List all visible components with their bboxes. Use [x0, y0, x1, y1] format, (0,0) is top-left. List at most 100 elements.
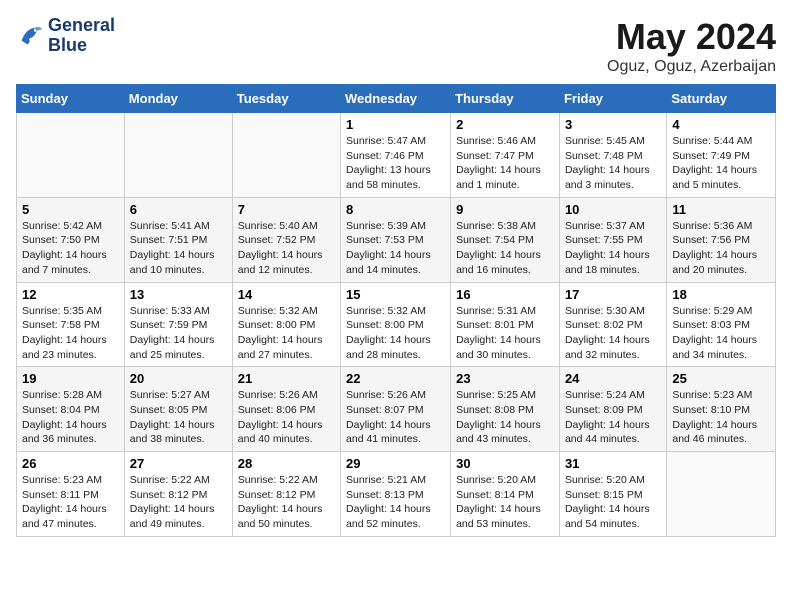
calendar-cell: 4Sunrise: 5:44 AMSunset: 7:49 PMDaylight… — [667, 113, 776, 198]
day-number: 9 — [456, 202, 554, 217]
calendar-cell: 10 Sunrise: 5:37 AMSunset: 7:55 PMDayligh… — [559, 197, 666, 282]
day-info: Sunrise: 5:41 AMSunset: 7:51 PMDaylight:… — [130, 219, 227, 278]
column-header-tuesday: Tuesday — [232, 85, 340, 113]
day-info: Sunrise: 5:30 AMSunset: 8:02 PMDaylight:… — [565, 304, 661, 363]
day-info: Sunrise: 5:26 AMSunset: 8:07 PMDaylight:… — [346, 388, 445, 447]
day-info: Sunrise: 5:32 AMSunset: 8:00 PMDaylight:… — [346, 304, 445, 363]
column-header-thursday: Thursday — [451, 85, 560, 113]
calendar-cell: 1 Sunrise: 5:47 AMSunset: 7:46 PMDaylight… — [341, 113, 451, 198]
calendar-cell: 25 Sunrise: 5:23 AMSunset: 8:10 PMDayligh… — [667, 367, 776, 452]
day-number: 7 — [238, 202, 335, 217]
day-number: 5 — [22, 202, 119, 217]
calendar-table: SundayMondayTuesdayWednesdayThursdayFrid… — [16, 84, 776, 537]
calendar-cell: 24Sunrise: 5:24 AMSunset: 8:09 PMDayligh… — [559, 367, 666, 452]
day-info: Sunrise: 5:23 AMSunset: 8:10 PMDaylight:… — [672, 388, 770, 447]
calendar-cell: 9 Sunrise: 5:38 AMSunset: 7:54 PMDaylight… — [451, 197, 560, 282]
calendar-cell: 16Sunrise: 5:31 AMSunset: 8:01 PMDayligh… — [451, 282, 560, 367]
calendar-cell: 3Sunrise: 5:45 AMSunset: 7:48 PMDaylight… — [559, 113, 666, 198]
day-number: 30 — [456, 456, 554, 471]
day-info: Sunrise: 5:35 AMSunset: 7:58 PMDaylight:… — [22, 304, 119, 363]
day-info: Sunrise: 5:42 AMSunset: 7:50 PMDaylight:… — [22, 219, 119, 278]
column-header-friday: Friday — [559, 85, 666, 113]
calendar-cell: 2 Sunrise: 5:46 AMSunset: 7:47 PMDaylight… — [451, 113, 560, 198]
calendar-cell: 17 Sunrise: 5:30 AMSunset: 8:02 PMDayligh… — [559, 282, 666, 367]
day-number: 10 — [565, 202, 661, 217]
day-info: Sunrise: 5:38 AMSunset: 7:54 PMDaylight:… — [456, 219, 554, 278]
page-title: May 2024 — [607, 16, 776, 58]
calendar-cell: 30Sunrise: 5:20 AMSunset: 8:14 PMDayligh… — [451, 452, 560, 537]
title-block: May 2024 Oguz, Oguz, Azerbaijan — [607, 16, 776, 76]
calendar-cell: 14Sunrise: 5:32 AMSunset: 8:00 PMDayligh… — [232, 282, 340, 367]
calendar-cell: 20 Sunrise: 5:27 AMSunset: 8:05 PMDayligh… — [124, 367, 232, 452]
column-header-monday: Monday — [124, 85, 232, 113]
calendar-cell: 15 Sunrise: 5:32 AMSunset: 8:00 PMDayligh… — [341, 282, 451, 367]
calendar-cell: 18 Sunrise: 5:29 AMSunset: 8:03 PMDayligh… — [667, 282, 776, 367]
logo: General Blue — [16, 16, 115, 56]
day-number: 22 — [346, 371, 445, 386]
day-number: 25 — [672, 371, 770, 386]
column-header-saturday: Saturday — [667, 85, 776, 113]
calendar-cell: 27 Sunrise: 5:22 AMSunset: 8:12 PMDayligh… — [124, 452, 232, 537]
day-info: Sunrise: 5:32 AMSunset: 8:00 PMDaylight:… — [238, 304, 335, 363]
day-number: 19 — [22, 371, 119, 386]
day-info: Sunrise: 5:22 AMSunset: 8:12 PMDaylight:… — [238, 473, 335, 532]
day-number: 18 — [672, 287, 770, 302]
day-info: Sunrise: 5:46 AMSunset: 7:47 PMDaylight:… — [456, 134, 554, 193]
day-number: 2 — [456, 117, 554, 132]
calendar-week-1: 1 Sunrise: 5:47 AMSunset: 7:46 PMDaylight… — [17, 113, 776, 198]
calendar-header-row: SundayMondayTuesdayWednesdayThursdayFrid… — [17, 85, 776, 113]
day-info: Sunrise: 5:21 AMSunset: 8:13 PMDaylight:… — [346, 473, 445, 532]
day-info: Sunrise: 5:23 AMSunset: 8:11 PMDaylight:… — [22, 473, 119, 532]
day-number: 27 — [130, 456, 227, 471]
day-info: Sunrise: 5:31 AMSunset: 8:01 PMDaylight:… — [456, 304, 554, 363]
calendar-cell: 5 Sunrise: 5:42 AMSunset: 7:50 PMDaylight… — [17, 197, 125, 282]
calendar-cell: 6Sunrise: 5:41 AMSunset: 7:51 PMDaylight… — [124, 197, 232, 282]
page-subtitle: Oguz, Oguz, Azerbaijan — [607, 58, 776, 76]
calendar-week-5: 26 Sunrise: 5:23 AMSunset: 8:11 PMDayligh… — [17, 452, 776, 537]
day-number: 21 — [238, 371, 335, 386]
day-number: 17 — [565, 287, 661, 302]
day-number: 3 — [565, 117, 661, 132]
day-number: 28 — [238, 456, 335, 471]
day-info: Sunrise: 5:24 AMSunset: 8:09 PMDaylight:… — [565, 388, 661, 447]
logo-text: General Blue — [48, 16, 115, 56]
calendar-week-3: 12Sunrise: 5:35 AMSunset: 7:58 PMDayligh… — [17, 282, 776, 367]
calendar-cell — [232, 113, 340, 198]
day-info: Sunrise: 5:37 AMSunset: 7:55 PMDaylight:… — [565, 219, 661, 278]
day-number: 23 — [456, 371, 554, 386]
calendar-cell: 26 Sunrise: 5:23 AMSunset: 8:11 PMDayligh… — [17, 452, 125, 537]
calendar-cell — [124, 113, 232, 198]
day-number: 4 — [672, 117, 770, 132]
day-info: Sunrise: 5:22 AMSunset: 8:12 PMDaylight:… — [130, 473, 227, 532]
column-header-sunday: Sunday — [17, 85, 125, 113]
calendar-cell: 13 Sunrise: 5:33 AMSunset: 7:59 PMDayligh… — [124, 282, 232, 367]
day-info: Sunrise: 5:40 AMSunset: 7:52 PMDaylight:… — [238, 219, 335, 278]
day-info: Sunrise: 5:47 AMSunset: 7:46 PMDaylight:… — [346, 134, 445, 193]
day-number: 8 — [346, 202, 445, 217]
day-info: Sunrise: 5:27 AMSunset: 8:05 PMDaylight:… — [130, 388, 227, 447]
calendar-cell: 19 Sunrise: 5:28 AMSunset: 8:04 PMDayligh… — [17, 367, 125, 452]
day-number: 26 — [22, 456, 119, 471]
day-info: Sunrise: 5:36 AMSunset: 7:56 PMDaylight:… — [672, 219, 770, 278]
day-info: Sunrise: 5:39 AMSunset: 7:53 PMDaylight:… — [346, 219, 445, 278]
day-number: 1 — [346, 117, 445, 132]
calendar-cell: 31Sunrise: 5:20 AMSunset: 8:15 PMDayligh… — [559, 452, 666, 537]
day-info: Sunrise: 5:29 AMSunset: 8:03 PMDaylight:… — [672, 304, 770, 363]
day-number: 13 — [130, 287, 227, 302]
day-number: 29 — [346, 456, 445, 471]
day-number: 20 — [130, 371, 227, 386]
day-number: 31 — [565, 456, 661, 471]
calendar-cell: 7 Sunrise: 5:40 AMSunset: 7:52 PMDaylight… — [232, 197, 340, 282]
calendar-cell: 21Sunrise: 5:26 AMSunset: 8:06 PMDayligh… — [232, 367, 340, 452]
calendar-cell — [17, 113, 125, 198]
calendar-cell: 8 Sunrise: 5:39 AMSunset: 7:53 PMDaylight… — [341, 197, 451, 282]
day-info: Sunrise: 5:25 AMSunset: 8:08 PMDaylight:… — [456, 388, 554, 447]
calendar-cell: 28 Sunrise: 5:22 AMSunset: 8:12 PMDayligh… — [232, 452, 340, 537]
logo-icon — [16, 22, 44, 50]
day-info: Sunrise: 5:28 AMSunset: 8:04 PMDaylight:… — [22, 388, 119, 447]
calendar-cell: 11Sunrise: 5:36 AMSunset: 7:56 PMDayligh… — [667, 197, 776, 282]
calendar-cell: 23 Sunrise: 5:25 AMSunset: 8:08 PMDayligh… — [451, 367, 560, 452]
day-number: 15 — [346, 287, 445, 302]
day-info: Sunrise: 5:33 AMSunset: 7:59 PMDaylight:… — [130, 304, 227, 363]
calendar-cell: 12Sunrise: 5:35 AMSunset: 7:58 PMDayligh… — [17, 282, 125, 367]
